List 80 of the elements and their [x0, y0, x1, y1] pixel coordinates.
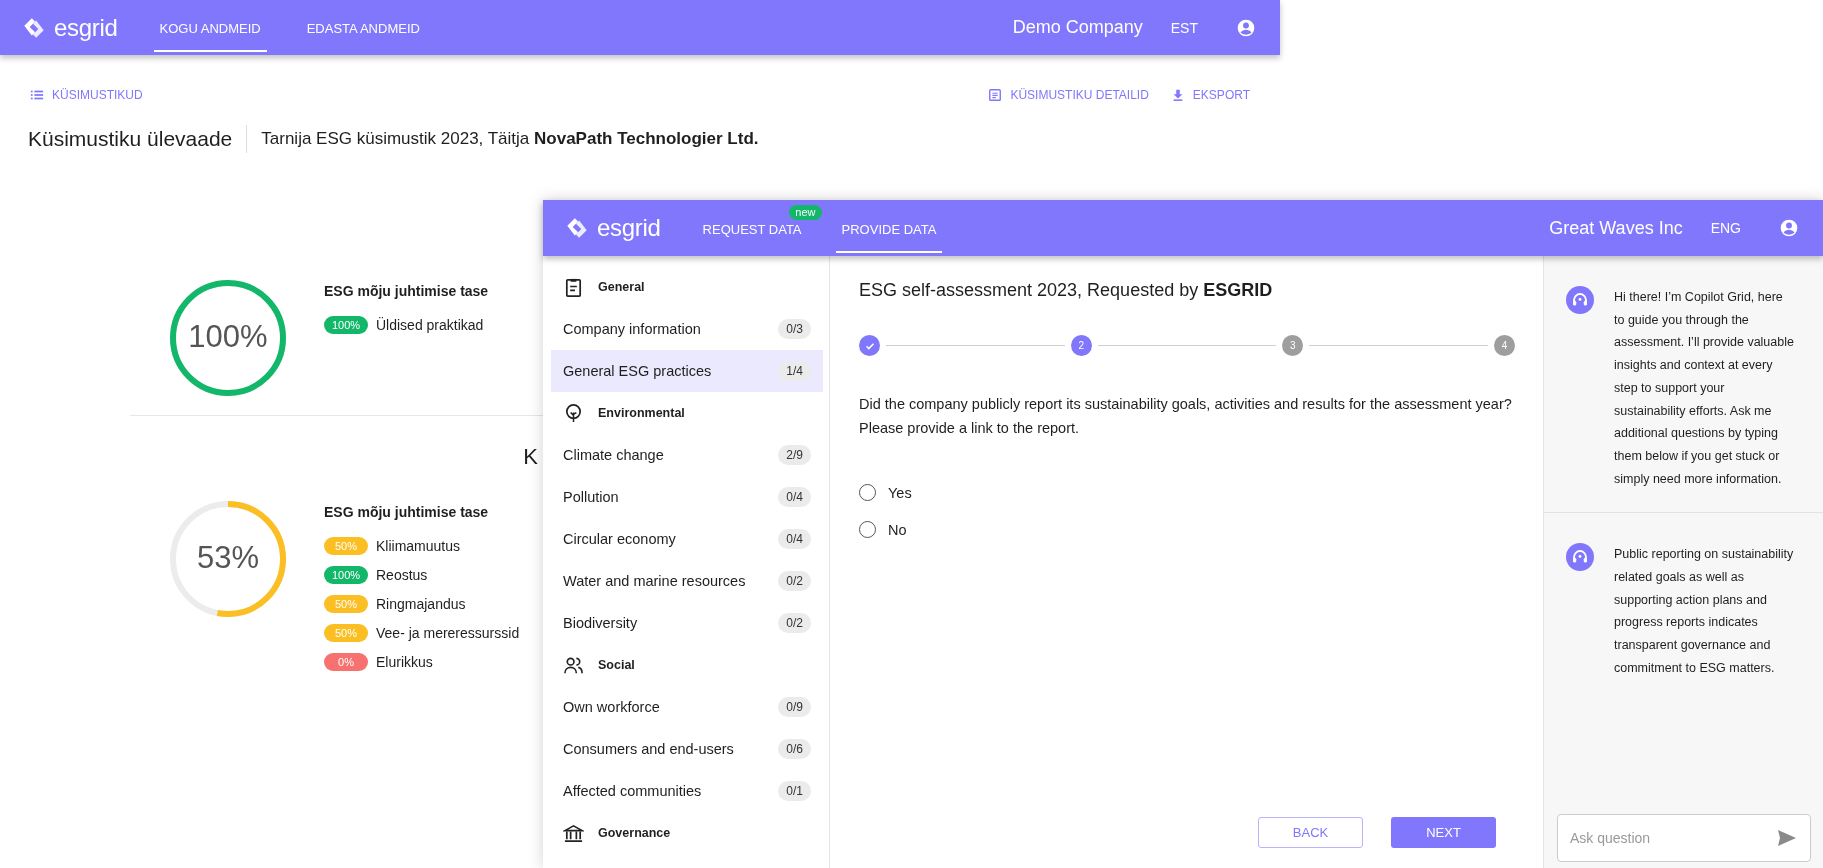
- sidebar-item[interactable]: Consumers and end-users 0/6: [551, 728, 823, 770]
- back-button[interactable]: BACK: [1258, 817, 1363, 848]
- logo-text: esgrid: [597, 214, 661, 242]
- question-text: Did the company publicly report its sustainability goals, activities and results for the assessment year? Please provide a link to the report.: [859, 395, 1513, 438]
- sidebar-item[interactable]: General ESG practices 1/4: [551, 350, 823, 392]
- sidebar-item[interactable]: Company information 0/3: [551, 308, 823, 350]
- assistant-avatar-icon: [1566, 543, 1594, 572]
- percent-badge: 100%: [324, 315, 368, 334]
- count-badge: 0/6: [778, 739, 811, 759]
- sidebar-item[interactable]: Biodiversity 0/2: [551, 602, 823, 644]
- next-button[interactable]: NEXT: [1391, 817, 1496, 848]
- assistant-avatar-icon: [1566, 286, 1594, 314]
- sidebar-item[interactable]: Circular economy 0/4: [551, 518, 823, 560]
- sidebar-item[interactable]: Water and marine resources 0/2: [551, 560, 823, 602]
- assessment-title: ESG self-assessment 2023, Requested by ESGRID: [859, 280, 1274, 301]
- step-indicator[interactable]: [859, 335, 880, 356]
- nav-tab[interactable]: REQUEST DATA: [696, 220, 808, 253]
- export-link[interactable]: EKSPORT: [1170, 88, 1250, 102]
- section-title: Governance: [598, 826, 671, 840]
- count-badge: 0/1: [778, 781, 811, 801]
- section-heading: ESG mõju juhtimise tase: [324, 283, 489, 299]
- sidebar-item[interactable]: Pollution 0/4: [551, 476, 823, 518]
- percent-badge: 50%: [324, 536, 368, 555]
- category-label: Reostus: [376, 566, 428, 583]
- sidebar-item[interactable]: Climate change 2/9: [551, 434, 823, 476]
- category-label: Vee- ja mereressurssid: [376, 624, 520, 641]
- nav-tab[interactable]: KOGU ANDMEID: [153, 20, 267, 52]
- section-title: General: [598, 280, 645, 294]
- chat-message: Public reporting on sustainability related goals as well as supporting action plans and progress reports indicates transparent governance and commitment to ESG matters.: [1614, 546, 1795, 677]
- step-indicator[interactable]: 2: [1070, 335, 1092, 356]
- count-badge: 0/2: [778, 571, 811, 591]
- percent-badge: 0%: [324, 652, 368, 671]
- count-badge: 0/4: [778, 487, 811, 507]
- clipboard-icon: [563, 276, 584, 298]
- percent-badge: 50%: [324, 594, 368, 613]
- language-label[interactable]: ENG: [1710, 220, 1741, 236]
- language-label[interactable]: EST: [1170, 19, 1198, 36]
- tree-icon: [563, 402, 584, 424]
- percent-badge: 100%: [324, 565, 368, 584]
- question-input[interactable]: Ask question: [1557, 814, 1811, 862]
- nav-tab[interactable]: EDASTA ANDMEID: [300, 20, 426, 52]
- section-title: Environmental: [598, 406, 685, 420]
- count-badge: 0/2: [778, 613, 811, 633]
- sidebar-item[interactable]: Affected communities 0/1: [551, 770, 823, 812]
- nav-tab[interactable]: PROVIDE DATA: [835, 220, 943, 253]
- step-indicator[interactable]: 3: [1282, 335, 1304, 356]
- company-name[interactable]: Demo Company: [1012, 17, 1143, 38]
- document-icon: [988, 88, 1003, 102]
- percent-badge: 50%: [324, 623, 368, 642]
- sidebar-item[interactable]: Own workforce 0/9: [551, 686, 823, 728]
- count-badge: 0/4: [778, 529, 811, 549]
- page-title: Küsimustiku ülevaade: [28, 127, 233, 151]
- account-icon[interactable]: [1779, 218, 1799, 238]
- details-link[interactable]: KÜSIMUSTIKU DETAILID: [988, 88, 1149, 102]
- option-label[interactable]: Yes: [888, 484, 912, 501]
- new-badge: new: [789, 204, 822, 220]
- category-label: Kliimamuutus: [376, 537, 461, 554]
- list-icon: [30, 88, 44, 102]
- questionnaire-subtitle: Tarnija ESG küsimustik 2023, Täitja NovaPath Technologier Ltd.: [261, 129, 759, 149]
- account-icon[interactable]: [1236, 17, 1256, 38]
- category-label: Üldised praktikad: [376, 316, 484, 333]
- count-badge: 0/3: [778, 319, 811, 339]
- section-heading: ESG mõju juhtimise tase: [324, 504, 490, 520]
- logo-text: esgrid: [54, 13, 118, 42]
- questionnaires-link[interactable]: KÜSIMUSTIKUD: [30, 88, 143, 102]
- score-value: 100%: [187, 319, 269, 355]
- count-badge: 2/9: [778, 445, 811, 465]
- company-name[interactable]: Great Waves Inc: [1549, 217, 1683, 239]
- score-value: 53%: [195, 540, 260, 576]
- count-badge: 1/4: [778, 361, 811, 381]
- send-icon[interactable]: [1777, 829, 1797, 847]
- section-heading: K: [523, 444, 538, 469]
- section-title: Social: [598, 658, 635, 672]
- option-label[interactable]: No: [888, 521, 907, 538]
- bank-icon: [563, 822, 584, 844]
- category-label: Ringmajandus: [376, 595, 466, 612]
- step-indicator[interactable]: 4: [1494, 335, 1515, 356]
- count-badge: 0/9: [778, 697, 811, 717]
- chat-message: Hi there! I’m Copilot Grid, here to guide you through the assessment. I’ll provide valuable insights and context at every step to support your sustainability efforts. Ask me additional questions by typing them below if you get stuck or simply need more information.: [1614, 289, 1795, 488]
- category-label: Elurikkus: [376, 653, 433, 670]
